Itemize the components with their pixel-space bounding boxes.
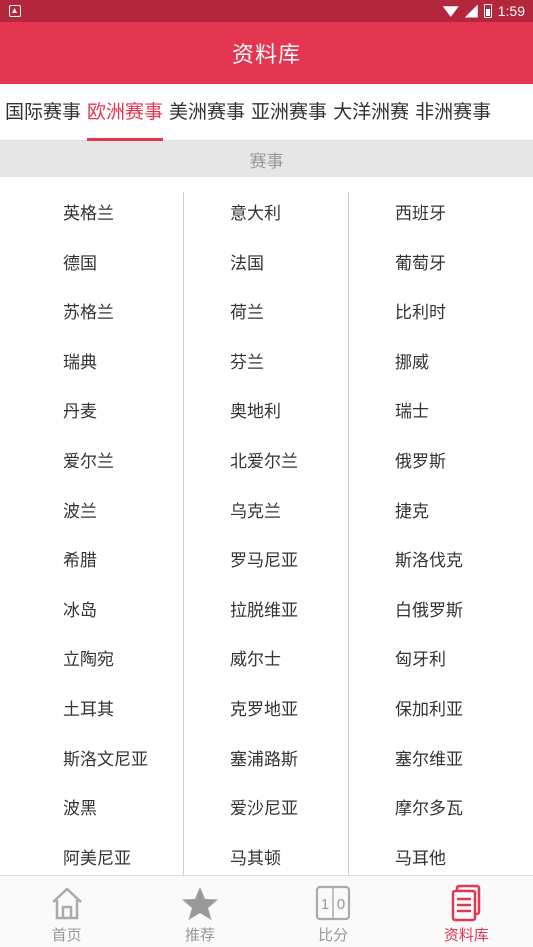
country-item[interactable]: 阿美尼亚 bbox=[63, 835, 131, 875]
country-item[interactable]: 爱沙尼亚 bbox=[230, 785, 298, 835]
country-item[interactable]: 苏格兰 bbox=[63, 289, 114, 339]
tab-0[interactable]: 国际赛事 bbox=[0, 84, 87, 141]
country-item[interactable]: 塞尔维亚 bbox=[395, 736, 463, 786]
status-icons: 1:59 bbox=[442, 2, 525, 20]
section-header: 赛事 bbox=[0, 141, 533, 177]
country-item[interactable]: 爱尔兰 bbox=[63, 438, 114, 488]
nav-label-recommend: 推荐 bbox=[184, 926, 215, 944]
country-item[interactable]: 马其顿 bbox=[230, 835, 281, 875]
tab-4[interactable]: 大洋洲赛 bbox=[333, 84, 415, 141]
country-item[interactable]: 斯洛伐克 bbox=[395, 537, 463, 587]
status-bar: 1:59 bbox=[0, 0, 533, 22]
country-item[interactable]: 法国 bbox=[230, 240, 264, 290]
country-item[interactable]: 波兰 bbox=[63, 488, 97, 538]
document-icon bbox=[452, 884, 481, 922]
country-item[interactable]: 罗马尼亚 bbox=[230, 537, 298, 587]
country-item[interactable]: 奥地利 bbox=[230, 388, 281, 438]
country-item[interactable]: 保加利亚 bbox=[395, 686, 463, 736]
region-tabs: 国际赛事 欧洲赛事 美洲赛事 亚洲赛事 大洋洲赛 非洲赛事 bbox=[0, 84, 533, 141]
country-item[interactable]: 希腊 bbox=[63, 537, 97, 587]
app-bar: 资料库 bbox=[0, 22, 533, 84]
svg-text:1: 1 bbox=[321, 896, 329, 913]
star-icon bbox=[181, 887, 218, 920]
country-item[interactable]: 北爱尔兰 bbox=[230, 438, 298, 488]
status-time: 1:59 bbox=[497, 3, 525, 19]
country-item[interactable]: 芬兰 bbox=[230, 339, 264, 389]
tab-1[interactable]: 欧洲赛事 bbox=[87, 84, 169, 141]
battery-icon bbox=[483, 4, 492, 18]
country-item[interactable]: 土耳其 bbox=[63, 686, 114, 736]
section-label: 赛事 bbox=[249, 151, 284, 172]
country-item[interactable]: 英格兰 bbox=[63, 190, 114, 240]
country-row: 德国 法国 葡萄牙 bbox=[0, 240, 533, 290]
country-item[interactable]: 斯洛文尼亚 bbox=[63, 736, 148, 786]
nav-label-database: 资料库 bbox=[443, 926, 489, 944]
svg-text:0: 0 bbox=[337, 896, 345, 913]
country-item[interactable]: 俄罗斯 bbox=[395, 438, 446, 488]
country-row: 波兰 乌克兰 捷克 bbox=[0, 488, 533, 538]
country-item[interactable]: 荷兰 bbox=[230, 289, 264, 339]
country-row: 英格兰 意大利 西班牙 bbox=[0, 190, 533, 240]
country-row: 冰岛 拉脱维亚 白俄罗斯 bbox=[0, 587, 533, 637]
country-item[interactable]: 丹麦 bbox=[63, 388, 97, 438]
page-title: 资料库 bbox=[231, 43, 301, 68]
country-item[interactable]: 意大利 bbox=[230, 190, 281, 240]
nav-label-home: 首页 bbox=[51, 926, 82, 944]
country-item[interactable]: 威尔士 bbox=[230, 636, 281, 686]
country-row: 希腊 罗马尼亚 斯洛伐克 bbox=[0, 537, 533, 587]
country-item[interactable]: 波黑 bbox=[63, 785, 97, 835]
country-item[interactable]: 马耳他 bbox=[395, 835, 446, 875]
scoreboard-icon: 1 0 bbox=[316, 885, 351, 921]
country-item[interactable]: 乌克兰 bbox=[230, 488, 281, 538]
country-item[interactable]: 摩尔多瓦 bbox=[395, 785, 463, 835]
nav-item-database[interactable]: 资料库 bbox=[400, 876, 533, 947]
tab-3[interactable]: 亚洲赛事 bbox=[251, 84, 333, 141]
country-row: 瑞典 芬兰 挪威 bbox=[0, 339, 533, 389]
country-item[interactable]: 瑞士 bbox=[395, 388, 429, 438]
wifi-icon bbox=[442, 6, 459, 17]
country-row: 苏格兰 荷兰 比利时 bbox=[0, 289, 533, 339]
country-item[interactable]: 立陶宛 bbox=[63, 636, 114, 686]
country-item[interactable]: 瑞典 bbox=[63, 339, 97, 389]
country-item[interactable]: 克罗地亚 bbox=[230, 686, 298, 736]
notification-icon bbox=[9, 5, 21, 17]
country-grid: 英格兰 意大利 西班牙 德国 法国 葡萄牙 苏格兰 荷兰 比利时 瑞典 芬兰 挪威 丹麦 奥地利 瑞士 爱尔兰… bbox=[0, 190, 533, 875]
country-item[interactable]: 葡萄牙 bbox=[395, 240, 446, 290]
signal-icon bbox=[464, 4, 478, 18]
nav-item-home[interactable]: 首页 bbox=[0, 876, 133, 947]
country-row: 爱尔兰 北爱尔兰 俄罗斯 bbox=[0, 438, 533, 488]
country-item[interactable]: 塞浦路斯 bbox=[230, 736, 298, 786]
country-item[interactable]: 挪威 bbox=[395, 339, 429, 389]
tab-2[interactable]: 美洲赛事 bbox=[169, 84, 251, 141]
country-row: 阿美尼亚 马其顿 马耳他 bbox=[0, 835, 533, 875]
country-row: 丹麦 奥地利 瑞士 bbox=[0, 388, 533, 438]
country-row: 波黑 爱沙尼亚 摩尔多瓦 bbox=[0, 785, 533, 835]
nav-label-score: 比分 bbox=[318, 926, 349, 944]
bottom-navigation: 首页 推荐 1 0 比分 资料库 bbox=[0, 875, 533, 947]
tab-5[interactable]: 非洲赛事 bbox=[415, 84, 497, 141]
country-row: 土耳其 克罗地亚 保加利亚 bbox=[0, 686, 533, 736]
country-item[interactable]: 比利时 bbox=[395, 289, 446, 339]
nav-item-recommend[interactable]: 推荐 bbox=[133, 876, 266, 947]
nav-item-score[interactable]: 1 0 比分 bbox=[267, 876, 400, 947]
country-row: 立陶宛 威尔士 匈牙利 bbox=[0, 636, 533, 686]
country-item[interactable]: 白俄罗斯 bbox=[395, 587, 463, 637]
country-item[interactable]: 冰岛 bbox=[63, 587, 97, 637]
country-item[interactable]: 捷克 bbox=[395, 488, 429, 538]
country-item[interactable]: 匈牙利 bbox=[395, 636, 446, 686]
home-icon bbox=[51, 887, 82, 920]
country-item[interactable]: 德国 bbox=[63, 240, 97, 290]
country-item[interactable]: 拉脱维亚 bbox=[230, 587, 298, 637]
country-row: 斯洛文尼亚 塞浦路斯 塞尔维亚 bbox=[0, 736, 533, 786]
country-item[interactable]: 西班牙 bbox=[395, 190, 446, 240]
